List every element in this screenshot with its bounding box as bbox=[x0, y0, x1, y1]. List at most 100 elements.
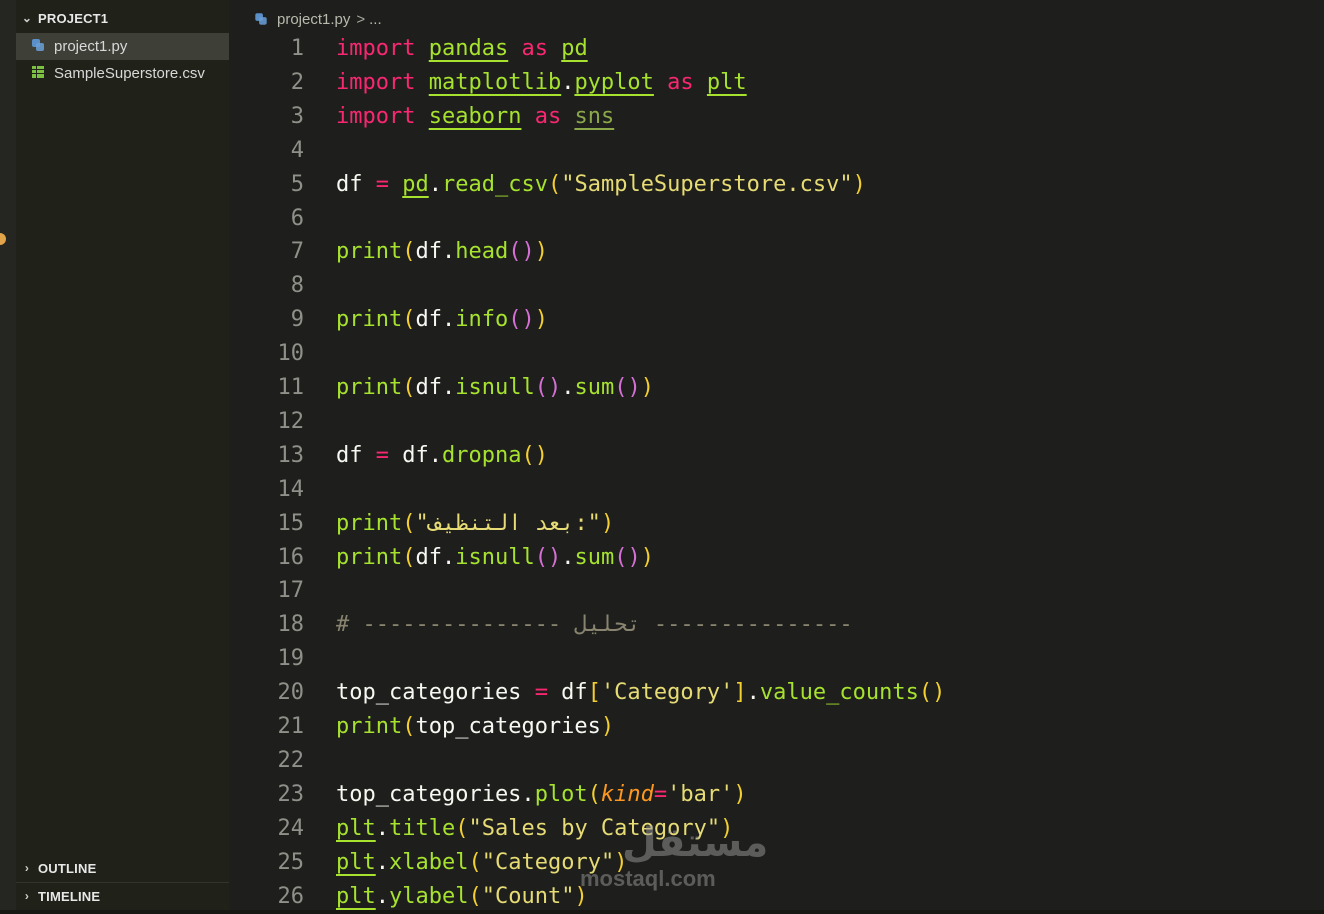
code-line[interactable]: 7 print(df.head()) bbox=[249, 235, 1324, 268]
timeline-label: TIMELINE bbox=[38, 888, 101, 904]
code-line[interactable]: 25 plt.xlabel("Category") bbox=[249, 846, 1324, 879]
line-number: 19 bbox=[277, 646, 305, 672]
code-token: . bbox=[746, 680, 760, 706]
code-token: plt bbox=[336, 883, 376, 909]
code-token: ) bbox=[614, 849, 628, 875]
explorer-file-item[interactable]: project1.py bbox=[16, 33, 229, 60]
line-number: 6 bbox=[290, 205, 304, 231]
code-token: pd bbox=[402, 171, 429, 197]
code-line[interactable]: 22 bbox=[249, 744, 1324, 777]
code-token: df. bbox=[415, 544, 456, 570]
project-section-header[interactable]: ⌄ PROJECT1 bbox=[16, 5, 229, 31]
code-text: import matplotlib.pyplot as plt bbox=[336, 70, 747, 95]
code-token: isnull bbox=[455, 544, 535, 570]
code-token: ( bbox=[402, 375, 416, 400]
code-token: title bbox=[389, 815, 456, 841]
line-number: 5 bbox=[290, 171, 304, 197]
code-line[interactable]: 14 bbox=[249, 473, 1324, 506]
code-token: plt bbox=[336, 849, 376, 875]
code-text: print("بعد التنظيف:") bbox=[336, 511, 614, 536]
file-name: project1.py bbox=[54, 38, 128, 55]
code-text: plt.ylabel("Count") bbox=[336, 884, 588, 909]
code-line[interactable]: 23 top_categories.plot(kind='bar') bbox=[249, 778, 1324, 811]
code-token: ( bbox=[402, 239, 416, 265]
code-editor[interactable]: 1 import pandas as pd 2 import matplotlib.p… bbox=[249, 32, 1324, 914]
code-line[interactable]: 8 bbox=[249, 269, 1324, 302]
code-line[interactable]: 6 bbox=[249, 202, 1324, 235]
code-token: plot bbox=[534, 781, 588, 807]
line-number: 11 bbox=[277, 375, 305, 400]
outline-section-header[interactable]: › OUTLINE bbox=[16, 855, 229, 881]
code-token: "Sales by Category" bbox=[468, 815, 721, 841]
code-token: ) bbox=[574, 883, 588, 909]
code-token: info bbox=[455, 307, 509, 333]
line-number: 24 bbox=[277, 815, 305, 841]
code-token: ) bbox=[640, 375, 654, 400]
code-line[interactable]: 15 print("بعد التنظيف:") bbox=[249, 507, 1324, 540]
code-line[interactable]: 3 import seaborn as sns bbox=[249, 100, 1324, 133]
code-line[interactable]: 18 # --------------- تحليل --------------… bbox=[249, 608, 1324, 641]
code-token: seaborn bbox=[428, 103, 522, 129]
code-line[interactable]: 16 print(df.isnull().sum()) bbox=[249, 541, 1324, 574]
line-number: 10 bbox=[277, 341, 305, 367]
code-line[interactable]: 12 bbox=[249, 405, 1324, 438]
code-token: ) bbox=[534, 239, 548, 265]
code-token: () bbox=[508, 239, 535, 265]
code-line[interactable]: 13 df = df.dropna() bbox=[249, 439, 1324, 472]
code-text: print(df.isnull().sum()) bbox=[336, 545, 654, 570]
code-token: () bbox=[534, 375, 562, 400]
explorer-file-item[interactable]: SampleSuperstore.csv bbox=[16, 60, 229, 87]
code-token: dropna bbox=[441, 442, 522, 468]
code-text: top_categories.plot(kind='bar') bbox=[336, 782, 747, 807]
code-token: ( bbox=[402, 544, 416, 570]
code-token: isnull bbox=[455, 375, 535, 400]
code-line[interactable]: 4 bbox=[249, 134, 1324, 167]
code-token: top_categories bbox=[415, 714, 601, 739]
code-token: ( bbox=[455, 815, 469, 841]
code-line[interactable]: 11 print(df.isnull().sum()) bbox=[249, 371, 1324, 404]
code-token: () bbox=[614, 375, 641, 400]
code-token: df bbox=[547, 680, 588, 706]
sidebar-sash[interactable] bbox=[229, 0, 249, 914]
code-line[interactable]: 1 import pandas as pd bbox=[249, 32, 1324, 65]
chevron-right-icon: › bbox=[24, 889, 30, 903]
code-text: plt.title("Sales by Category") bbox=[336, 816, 733, 841]
code-line[interactable]: 9 print(df.info()) bbox=[249, 303, 1324, 336]
code-text: import seaborn as sns bbox=[336, 104, 614, 129]
breadcrumb-file[interactable]: project1.py bbox=[277, 11, 350, 28]
code-token: import bbox=[336, 103, 416, 129]
breadcrumb-ellipsis[interactable]: ... bbox=[369, 11, 382, 28]
code-line[interactable]: 26 plt.ylabel("Count") bbox=[249, 880, 1324, 913]
code-line[interactable]: 5 df = pd.read_csv("SampleSuperstore.csv"… bbox=[249, 168, 1324, 201]
code-token: ( bbox=[468, 883, 482, 909]
code-text: import pandas as pd bbox=[336, 36, 588, 61]
timeline-section-header[interactable]: › TIMELINE bbox=[16, 882, 229, 909]
code-token: ) bbox=[534, 307, 548, 333]
code-line[interactable]: 2 import matplotlib.pyplot as plt bbox=[249, 66, 1324, 99]
line-number: 3 bbox=[290, 103, 304, 129]
code-text: print(df.head()) bbox=[336, 239, 548, 264]
code-token: . bbox=[561, 69, 575, 95]
code-token: # --------------- تحليل --------------- bbox=[336, 612, 853, 638]
code-text: top_categories = df['Category'].value_co… bbox=[336, 680, 945, 705]
breadcrumb-separator: > bbox=[356, 10, 366, 28]
code-token: xlabel bbox=[389, 849, 469, 875]
line-number: 13 bbox=[277, 442, 305, 468]
code-token: "SampleSuperstore.csv" bbox=[561, 171, 853, 197]
code-line[interactable]: 10 bbox=[249, 337, 1324, 370]
code-line[interactable]: 19 bbox=[249, 642, 1324, 675]
code-token: 'bar' bbox=[667, 781, 734, 807]
code-text: plt.xlabel("Category") bbox=[336, 850, 627, 875]
code-token: matplotlib bbox=[428, 69, 562, 95]
code-line[interactable]: 24 plt.title("Sales by Category") bbox=[249, 812, 1324, 845]
code-line[interactable]: 20 top_categories = df['Category'].value_… bbox=[249, 676, 1324, 709]
code-token: . bbox=[375, 849, 389, 875]
code-token: df bbox=[336, 442, 376, 468]
code-token: sns bbox=[574, 103, 615, 129]
code-line[interactable]: 21 print(top_categories) bbox=[249, 710, 1324, 743]
notification-badge-icon[interactable] bbox=[0, 233, 6, 245]
code-line[interactable]: 17 bbox=[249, 574, 1324, 607]
